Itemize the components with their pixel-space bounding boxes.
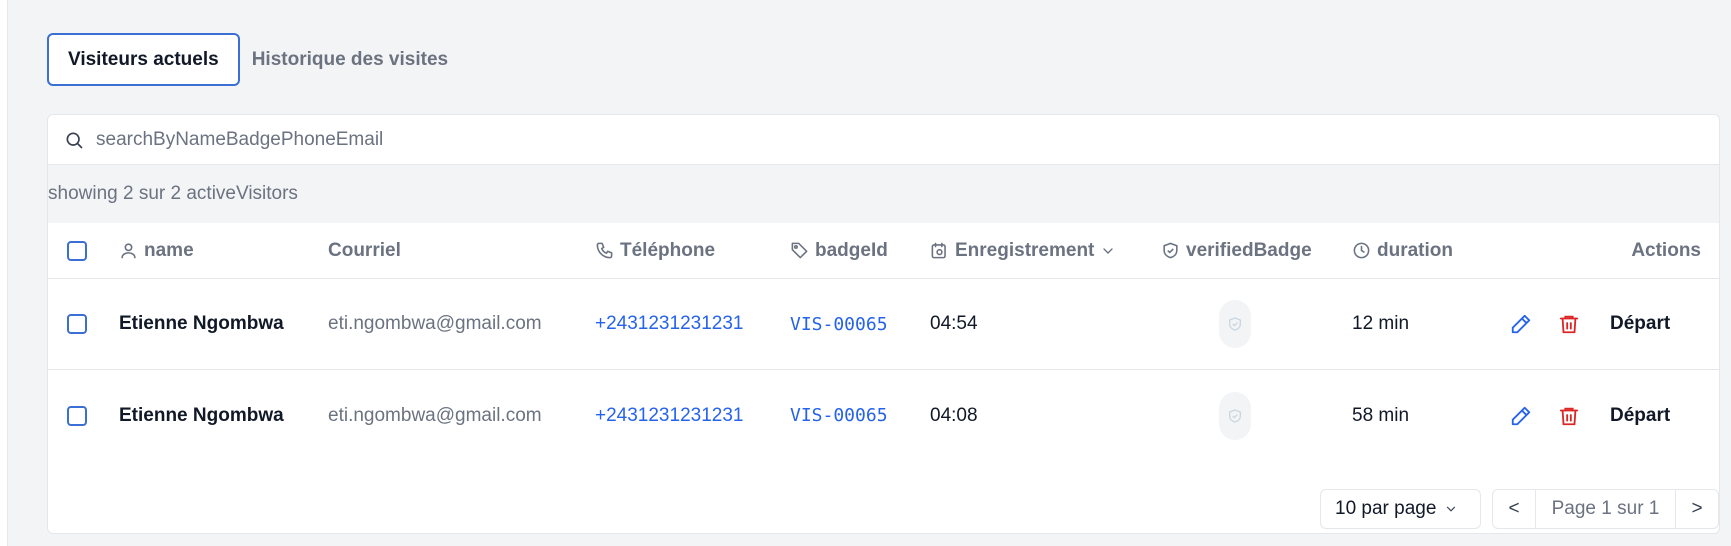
registration-time: 04:08 bbox=[930, 404, 978, 426]
tab-bar: Visiteurs actuels Historique des visites bbox=[47, 33, 460, 86]
select-all-checkbox[interactable] bbox=[67, 240, 87, 261]
sidebar-edge bbox=[0, 0, 8, 546]
checkout-button[interactable]: Départ bbox=[1610, 405, 1670, 427]
visitor-badge-link[interactable]: VIS-00065 bbox=[790, 314, 888, 335]
registration-time: 04:54 bbox=[930, 313, 978, 334]
tab-current-visitors[interactable]: Visiteurs actuels bbox=[47, 33, 240, 86]
delete-trash-icon[interactable] bbox=[1558, 313, 1580, 335]
column-header-name[interactable]: name bbox=[119, 240, 194, 262]
row-checkbox[interactable] bbox=[67, 314, 87, 334]
search-icon bbox=[66, 132, 83, 148]
visitors-card: showing 2 sur 2 activeVisitors name Cour… bbox=[47, 114, 1720, 534]
visitor-email: eti.ngombwa@gmail.com bbox=[328, 313, 542, 334]
chevron-down-icon bbox=[1103, 247, 1114, 254]
visitor-email: eti.ngombwa@gmail.com bbox=[328, 404, 542, 426]
visitor-phone-link[interactable]: +2431231231231 bbox=[595, 313, 743, 335]
page-indicator: Page 1 sur 1 bbox=[1535, 490, 1676, 528]
column-label: Enregistrement bbox=[955, 239, 1095, 261]
column-header-verified[interactable]: verifiedBadge bbox=[1161, 240, 1312, 262]
user-icon bbox=[121, 243, 136, 259]
visitor-badge-link[interactable]: VIS-00065 bbox=[790, 405, 888, 426]
column-header-badge[interactable]: badgeId bbox=[790, 240, 888, 262]
shield-check-icon bbox=[1229, 317, 1241, 331]
visitors-table: name Courriel Téléphone badgeId Enregist… bbox=[48, 223, 1719, 440]
table-row[interactable]: Etienne Ngombwa eti.ngombwa@gmail.com +2… bbox=[48, 279, 1719, 370]
page-size-select[interactable]: 10 par page bbox=[1320, 489, 1481, 529]
column-label: name bbox=[144, 239, 194, 261]
column-header-email[interactable]: Courriel bbox=[328, 240, 401, 262]
column-label: badgeId bbox=[815, 239, 888, 261]
column-header-duration[interactable]: duration bbox=[1352, 240, 1453, 262]
edit-pencil-icon[interactable] bbox=[1510, 405, 1532, 427]
row-checkbox[interactable] bbox=[67, 405, 87, 426]
prev-page-button[interactable]: < bbox=[1493, 490, 1535, 528]
checkout-button[interactable]: Départ bbox=[1610, 313, 1670, 335]
verified-badge-status bbox=[1219, 391, 1251, 440]
tag-icon bbox=[791, 242, 808, 259]
column-label: Courriel bbox=[328, 239, 401, 261]
column-label: verifiedBadge bbox=[1186, 239, 1312, 261]
visitor-name: Etienne Ngombwa bbox=[119, 404, 284, 426]
delete-trash-icon[interactable] bbox=[1558, 405, 1580, 427]
shield-check-icon bbox=[1229, 408, 1241, 423]
column-label: Téléphone bbox=[620, 239, 716, 261]
column-header-registration[interactable]: Enregistrement bbox=[930, 240, 1116, 262]
next-page-button[interactable]: > bbox=[1676, 490, 1718, 528]
column-header-actions: Actions bbox=[1631, 240, 1701, 262]
phone-icon bbox=[596, 242, 613, 259]
column-label: duration bbox=[1377, 239, 1453, 261]
search-bar bbox=[48, 115, 1719, 165]
visitor-phone-link[interactable]: +2431231231231 bbox=[595, 405, 743, 427]
search-input[interactable] bbox=[96, 128, 1596, 151]
clock-icon bbox=[1353, 242, 1370, 259]
table-header-row: name Courriel Téléphone badgeId Enregist… bbox=[48, 223, 1719, 279]
visit-duration: 12 min bbox=[1352, 313, 1410, 334]
visitor-name: Etienne Ngombwa bbox=[119, 313, 284, 334]
tab-visit-history[interactable]: Historique des visites bbox=[240, 33, 460, 86]
calendar-clock-icon bbox=[931, 242, 946, 259]
chevron-down-icon bbox=[1447, 506, 1456, 512]
verified-badge-status bbox=[1219, 300, 1251, 348]
column-header-phone[interactable]: Téléphone bbox=[595, 240, 715, 262]
table-row[interactable]: Etienne Ngombwa eti.ngombwa@gmail.com +2… bbox=[48, 370, 1719, 461]
page-size-label: 10 par page bbox=[1335, 498, 1437, 519]
column-label: Actions bbox=[1631, 239, 1701, 261]
visit-duration: 58 min bbox=[1352, 404, 1410, 426]
pagination: < Page 1 sur 1 > bbox=[1492, 489, 1719, 529]
edit-pencil-icon[interactable] bbox=[1510, 313, 1532, 335]
shield-check-icon bbox=[1163, 242, 1178, 259]
results-summary: showing 2 sur 2 activeVisitors bbox=[48, 165, 1719, 223]
